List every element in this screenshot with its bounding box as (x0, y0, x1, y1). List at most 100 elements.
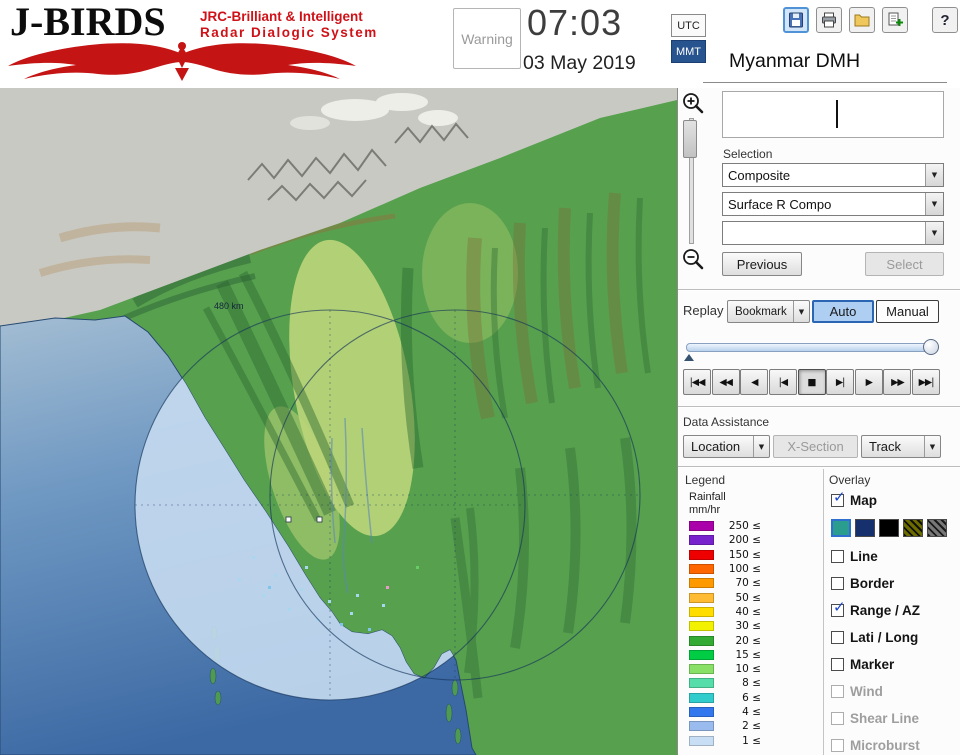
replay-slider-handle[interactable] (923, 339, 939, 355)
track-label: Track (869, 439, 902, 454)
wind-checkbox[interactable] (831, 684, 844, 698)
export-button[interactable] (882, 7, 908, 33)
timezone-utc-button[interactable]: UTC (671, 14, 706, 37)
legend-row: 15 ≤ (689, 648, 761, 662)
legend-swatch (689, 692, 714, 703)
playback-play-forward-button[interactable]: ▶ (854, 369, 883, 395)
save-button[interactable] (783, 7, 809, 33)
zoom-in-button[interactable] (681, 91, 705, 115)
print-button[interactable] (816, 7, 842, 33)
line-checkbox[interactable] (831, 549, 844, 563)
x-section-button[interactable]: X-Section (773, 435, 858, 458)
overlay-label: Overlay (829, 473, 871, 487)
chevron-down-icon[interactable] (925, 222, 943, 244)
playback-fast-forward-button[interactable]: ▶▶ (883, 369, 912, 395)
overlay-item-marker[interactable]: Marker (831, 654, 947, 674)
map-style-swatch[interactable] (879, 519, 899, 537)
replay-manual-button[interactable]: Manual (876, 300, 939, 323)
chevron-down-icon[interactable] (925, 164, 943, 186)
legend-row: 100 ≤ (689, 562, 761, 576)
header: J-BIRDS JRC-Brilliant & Intelligent Rada… (0, 0, 960, 88)
playback-step-backward-button[interactable]: |◀ (768, 369, 797, 395)
document-plus-icon (888, 12, 903, 26)
playback-jump-last-button[interactable]: ▶▶| (912, 369, 940, 395)
playback-rewind-button[interactable]: ◀◀ (711, 369, 740, 395)
magnifier-minus-icon (683, 249, 704, 270)
select-button[interactable]: Select (865, 252, 944, 276)
legend-swatch (689, 535, 714, 546)
overlay-item-microburst[interactable]: Microburst (831, 735, 947, 755)
command-input[interactable] (722, 91, 944, 138)
range-az-checkbox[interactable] (831, 598, 846, 617)
replay-slider-track[interactable] (686, 343, 933, 352)
map-style-swatch[interactable] (903, 519, 923, 537)
timezone-mmt-button[interactable]: MMT (671, 40, 706, 63)
map-style-swatch[interactable] (927, 519, 947, 537)
bookmark-label: Bookmark (735, 305, 787, 318)
composite-combobox[interactable]: Composite (722, 163, 944, 187)
legend-swatch (689, 521, 714, 532)
playback-jump-first-button[interactable]: |◀◀ (683, 369, 711, 395)
microburst-checkbox[interactable] (831, 738, 844, 752)
map-style-swatch[interactable] (855, 519, 875, 537)
chevron-down-icon[interactable] (925, 193, 943, 215)
overlay-item-map[interactable]: Map (831, 488, 947, 510)
legend-row: 10 ≤ (689, 662, 761, 676)
map-color-swatches (831, 517, 947, 539)
data-assistance-label: Data Assistance (683, 415, 770, 429)
legend-swatch (689, 621, 714, 632)
overlay-item-lati-long[interactable]: Lati / Long (831, 627, 947, 647)
legend-overlay-divider (823, 469, 824, 755)
playback-controls: |◀◀ ◀◀ ◀ |◀ ■ ▶| ▶ ▶▶ ▶▶| (683, 369, 940, 396)
clock-time: 07:03 (527, 2, 623, 43)
lati-long-checkbox[interactable] (831, 630, 844, 644)
bookmark-button[interactable]: Bookmark (727, 300, 810, 323)
legend-scale: 250 ≤ 200 ≤ 150 ≤ 100 ≤ 70 ≤ 50 ≤ 40 ≤ 3… (689, 519, 761, 748)
replay-label: Replay (683, 303, 724, 318)
legend-row: 4 ≤ (689, 705, 761, 719)
location-button[interactable]: Location (683, 435, 770, 458)
location-label: Location (691, 439, 741, 454)
legend-row: 2 ≤ (689, 719, 761, 733)
warning-indicator[interactable]: Warning (453, 8, 521, 69)
overlay-item-border[interactable]: Border (831, 573, 947, 593)
chevron-down-icon[interactable] (753, 436, 769, 457)
open-folder-button[interactable] (849, 7, 875, 33)
replay-auto-button[interactable]: Auto (812, 300, 874, 323)
marker-checkbox[interactable] (831, 657, 844, 671)
track-button[interactable]: Track (861, 435, 941, 458)
help-button[interactable]: ? (932, 7, 958, 33)
playback-play-backward-button[interactable]: ◀ (740, 369, 769, 395)
legend-row: 30 ≤ (689, 619, 761, 633)
overlay-item-shear-line[interactable]: Shear Line (831, 708, 947, 728)
chevron-down-icon[interactable] (793, 301, 809, 322)
empty-combobox[interactable] (722, 221, 944, 245)
playback-stop-button[interactable]: ■ (797, 369, 826, 395)
chevron-down-icon[interactable] (924, 436, 940, 457)
border-checkbox[interactable] (831, 576, 844, 590)
printer-icon (822, 12, 836, 28)
magnifier-plus-icon (683, 93, 704, 114)
legend-swatch (689, 678, 714, 689)
map-viewport[interactable]: 480 km (0, 88, 677, 755)
overlay-item-line[interactable]: Line (831, 546, 947, 566)
overlay-item-wind[interactable]: Wind (831, 681, 947, 701)
map-checkbox[interactable] (831, 488, 846, 507)
zoom-out-button[interactable] (681, 247, 705, 271)
control-panel: Selection Composite Surface R Compo Prev… (677, 88, 960, 755)
playback-step-forward-button[interactable]: ▶| (826, 369, 855, 395)
question-mark-icon: ? (940, 11, 950, 29)
surface-value: Surface R Compo (728, 197, 832, 212)
legend-swatch (689, 578, 714, 589)
surface-combobox[interactable]: Surface R Compo (722, 192, 944, 216)
map-style-swatch[interactable] (831, 519, 851, 537)
overlay-item-range-az[interactable]: Range / AZ (831, 598, 947, 620)
legend-row: 20 ≤ (689, 633, 761, 647)
shear-line-checkbox[interactable] (831, 711, 844, 725)
eagle-logo-icon (8, 42, 356, 81)
zoom-slider-thumb[interactable] (683, 120, 697, 158)
overlay-options: Map Line Border Range / AZ (831, 488, 947, 755)
divider (678, 406, 960, 408)
legend-swatch (689, 549, 714, 560)
previous-button[interactable]: Previous (722, 252, 802, 276)
